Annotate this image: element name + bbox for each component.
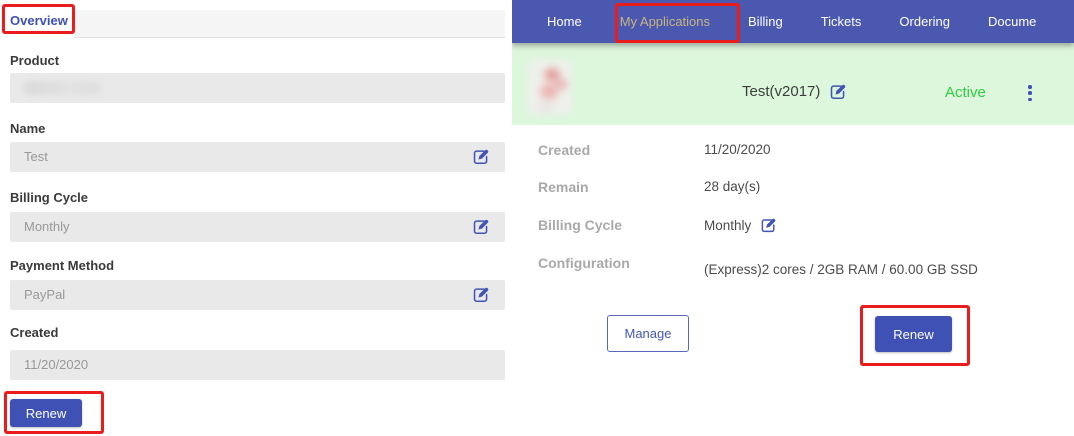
edit-app-title-icon[interactable] [829, 83, 847, 101]
name-field[interactable]: Test [10, 142, 505, 172]
product-label: Product [10, 53, 59, 68]
nav-documentation[interactable]: Docume [969, 0, 1055, 43]
detail-configuration-label: Configuration [538, 255, 704, 271]
nav-billing[interactable]: Billing [729, 0, 802, 43]
detail-created-label: Created [538, 142, 704, 158]
application-banner: Test(v2017) Active [512, 43, 1074, 125]
name-label: Name [10, 121, 45, 136]
payment-method-value: PayPal [24, 280, 65, 310]
detail-configuration-value: (Express)2 cores / 2GB RAM / 60.00 GB SS… [704, 262, 978, 277]
top-navbar: Home My Applications Billing Tickets Ord… [512, 0, 1074, 43]
nav-my-applications[interactable]: My Applications [601, 0, 729, 43]
created-field: 11/20/2020 [10, 350, 505, 380]
payment-method-field[interactable]: PayPal [10, 280, 505, 310]
screenshot-root: Overview Product Name Test Billing Cycle… [0, 0, 1074, 436]
kebab-menu-icon[interactable] [1024, 85, 1036, 101]
redacted-product-value [24, 81, 100, 95]
product-field[interactable] [10, 73, 505, 103]
detail-row-configuration: Configuration (Express)2 cores / 2GB RAM… [538, 255, 978, 277]
status-badge: Active [945, 84, 986, 101]
detail-billing-cycle-value: Monthly [704, 218, 751, 233]
detail-remain-label: Remain [538, 179, 704, 195]
edit-payment-method-icon[interactable] [472, 286, 490, 304]
overview-panel: Overview Product Name Test Billing Cycle… [0, 0, 505, 436]
detail-row-remain: Remain 28 day(s) [538, 179, 760, 195]
created-label: Created [10, 325, 58, 340]
tab-overview[interactable]: Overview [10, 13, 68, 28]
detail-billing-cycle-label: Billing Cycle [538, 217, 704, 233]
detail-created-value: 11/20/2020 [704, 142, 771, 157]
edit-billing-cycle-icon[interactable] [472, 218, 490, 236]
application-panel: Home My Applications Billing Tickets Ord… [512, 0, 1074, 436]
renew-button-right[interactable]: Renew [875, 316, 952, 352]
tab-bar [74, 10, 505, 38]
edit-remote-billing-cycle-icon[interactable] [760, 217, 777, 234]
payment-method-label: Payment Method [10, 258, 114, 273]
billing-cycle-label: Billing Cycle [10, 190, 88, 205]
detail-row-created: Created 11/20/2020 [538, 142, 771, 158]
app-title: Test(v2017) [742, 83, 820, 100]
app-logo [528, 59, 572, 115]
billing-cycle-value: Monthly [24, 212, 70, 242]
nav-ordering[interactable]: Ordering [880, 0, 969, 43]
detail-remain-value: 28 day(s) [704, 179, 760, 194]
billing-cycle-field[interactable]: Monthly [10, 212, 505, 242]
created-value: 11/20/2020 [24, 350, 88, 380]
edit-name-icon[interactable] [472, 148, 490, 166]
detail-row-billing-cycle: Billing Cycle Monthly [538, 217, 777, 234]
manage-button[interactable]: Manage [607, 315, 689, 352]
nav-tickets[interactable]: Tickets [802, 0, 881, 43]
renew-button-left[interactable]: Renew [10, 399, 82, 427]
nav-home[interactable]: Home [528, 0, 601, 43]
name-value: Test [24, 142, 48, 172]
